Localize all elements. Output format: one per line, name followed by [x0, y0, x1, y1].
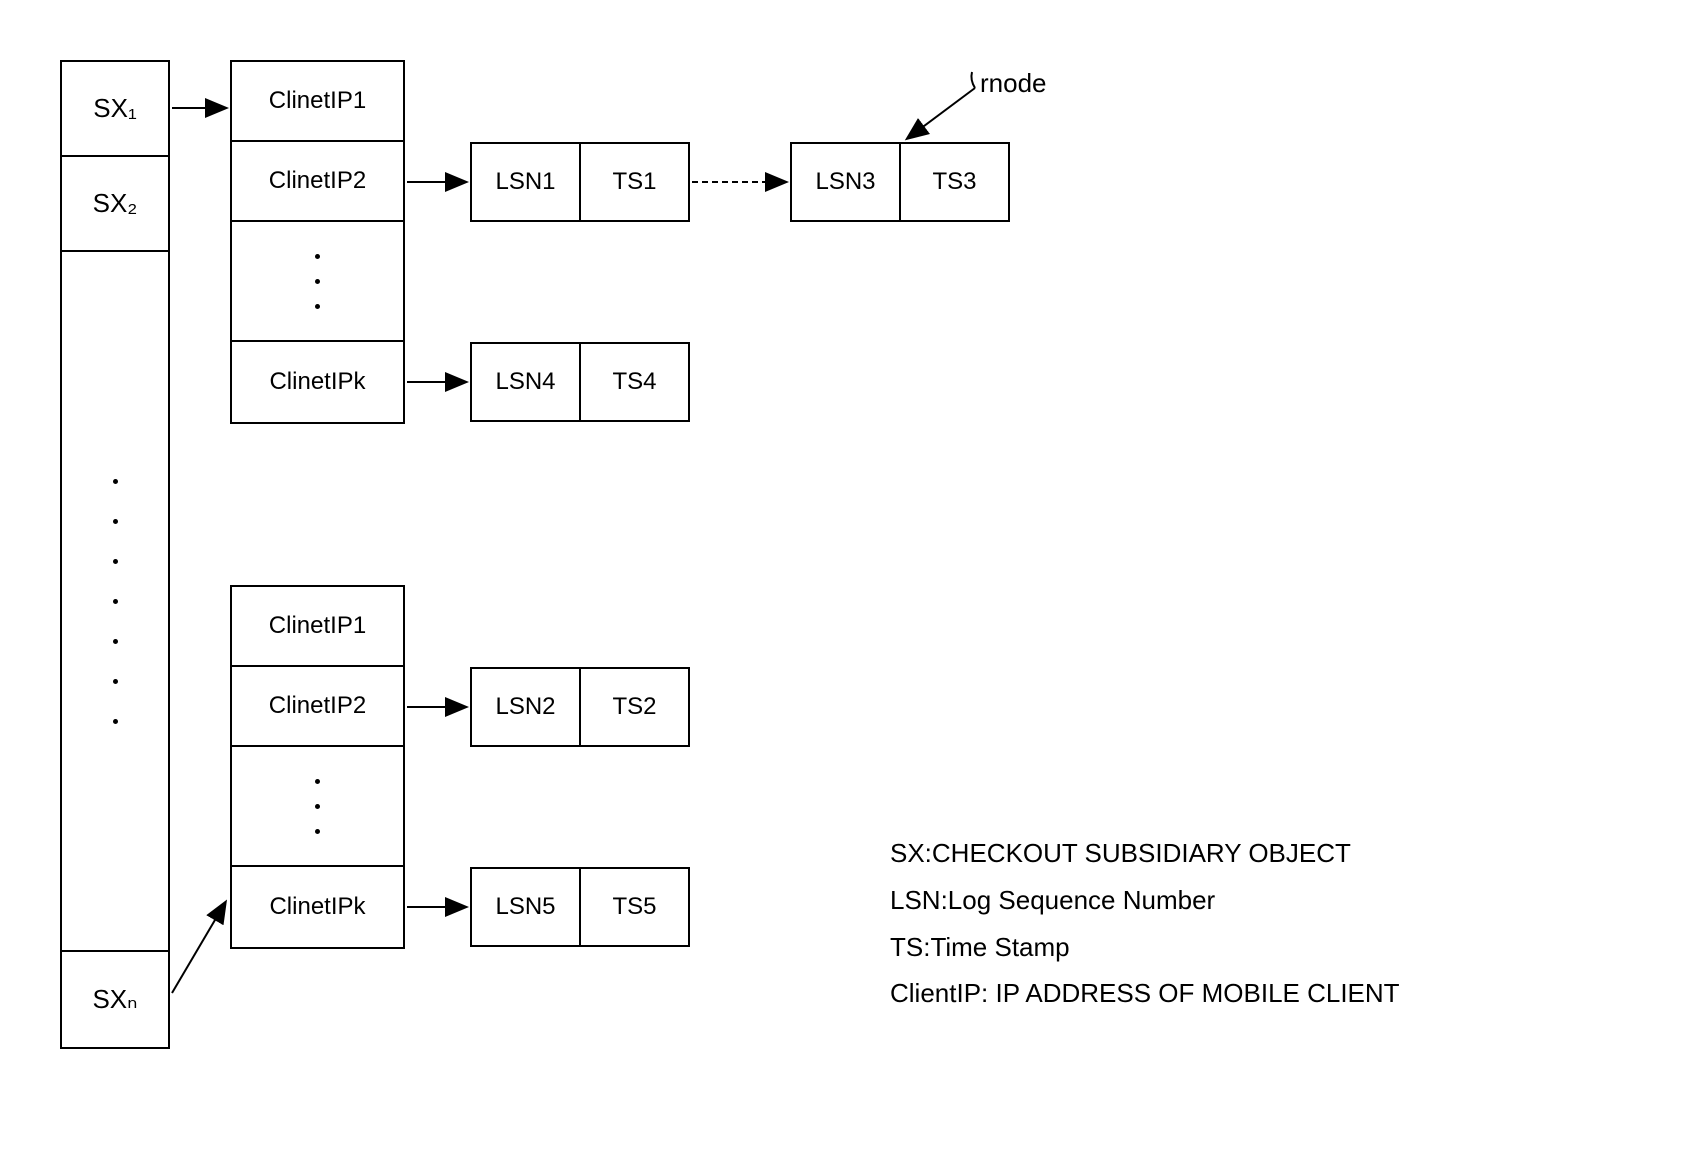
dot-icon — [113, 559, 118, 564]
sx-cell-2: SX₂ — [62, 157, 168, 252]
arrow-rnode-callout — [908, 88, 975, 138]
dot-icon — [315, 829, 320, 834]
dot-icon — [113, 639, 118, 644]
dot-icon — [113, 679, 118, 684]
client-cell-ip1: ClinetIP1 — [232, 62, 403, 142]
clientipk-label: ClinetIPk — [269, 368, 365, 396]
client-cell-dots — [232, 222, 403, 342]
dot-icon — [315, 779, 320, 784]
clientip2-label: ClinetIP2 — [269, 692, 366, 720]
sx1-label: SX₁ — [93, 93, 136, 124]
diagram-container: SX₁ SX₂ SXₙ ClinetIP1 ClinetIP2 — [30, 30, 1656, 1098]
dot-icon — [113, 719, 118, 724]
clientipk-label: ClinetIPk — [269, 893, 365, 921]
client-cell-ipk: ClinetIPk — [232, 342, 403, 422]
rnode-lsn2: LSN2 — [472, 669, 581, 745]
rnode-ts1: TS1 — [581, 144, 688, 220]
legend-clientip: ClientIP: IP ADDRESS OF MOBILE CLIENT — [890, 970, 1400, 1017]
legend: SX:CHECKOUT SUBSIDIARY OBJECT LSN:Log Se… — [890, 830, 1400, 1017]
rnode-lsn1: LSN1 — [472, 144, 581, 220]
arrow-sxn-client — [172, 903, 225, 993]
legend-ts: TS:Time Stamp — [890, 924, 1400, 971]
rnode-ts3: TS3 — [901, 144, 1008, 220]
client-cell-ipk: ClinetIPk — [232, 867, 403, 947]
client-column-1: ClinetIP1 ClinetIP2 ClinetIPk — [230, 60, 405, 424]
sx-cell-dots — [62, 252, 168, 952]
sxn-label: SXₙ — [92, 984, 137, 1015]
rnode-curve — [971, 72, 975, 88]
rnode-lsn4: LSN4 — [472, 344, 581, 420]
client-column-2: ClinetIP1 ClinetIP2 ClinetIPk — [230, 585, 405, 949]
dot-icon — [315, 254, 320, 259]
client-cell-ip2: ClinetIP2 — [232, 142, 403, 222]
client-cell-ip2: ClinetIP2 — [232, 667, 403, 747]
rnode-box-4: LSN2 TS2 — [470, 667, 690, 747]
rnode-box-2: LSN3 TS3 — [790, 142, 1010, 222]
clientip1-label: ClinetIP1 — [269, 87, 366, 115]
rnode-ts5: TS5 — [581, 869, 688, 945]
sx-column: SX₁ SX₂ SXₙ — [60, 60, 170, 1049]
rnode-ts4: TS4 — [581, 344, 688, 420]
rnode-box-5: LSN5 TS5 — [470, 867, 690, 947]
rnode-box-1: LSN1 TS1 — [470, 142, 690, 222]
clientip2-label: ClinetIP2 — [269, 167, 366, 195]
rnode-lsn5: LSN5 — [472, 869, 581, 945]
sx-cell-n: SXₙ — [62, 952, 168, 1047]
rnode-box-3: LSN4 TS4 — [470, 342, 690, 422]
rnode-lsn3: LSN3 — [792, 144, 901, 220]
dot-icon — [315, 304, 320, 309]
client-cell-ip1: ClinetIP1 — [232, 587, 403, 667]
clientip1-label: ClinetIP1 — [269, 612, 366, 640]
legend-sx: SX:CHECKOUT SUBSIDIARY OBJECT — [890, 830, 1400, 877]
legend-lsn: LSN:Log Sequence Number — [890, 877, 1400, 924]
sx2-label: SX₂ — [93, 188, 138, 219]
rnode-callout-label: rnode — [980, 68, 1047, 99]
rnode-ts2: TS2 — [581, 669, 688, 745]
client-cell-dots — [232, 747, 403, 867]
dot-icon — [315, 804, 320, 809]
dot-icon — [113, 599, 118, 604]
dot-icon — [315, 279, 320, 284]
sx-cell-1: SX₁ — [62, 62, 168, 157]
dot-icon — [113, 519, 118, 524]
dot-icon — [113, 479, 118, 484]
